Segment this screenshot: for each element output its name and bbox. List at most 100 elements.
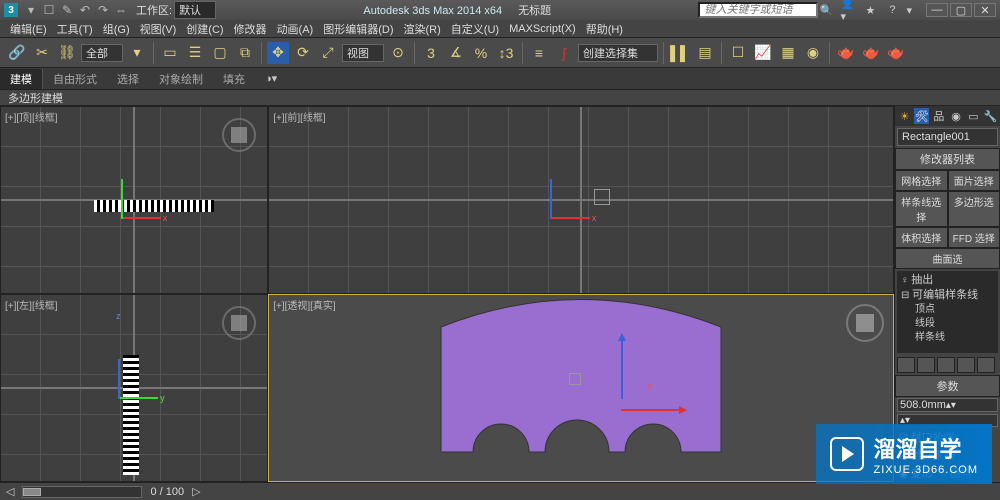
tab-select[interactable]: 选择 (107, 69, 149, 89)
move-tool-icon[interactable]: ✥ (267, 42, 289, 64)
render-icon[interactable]: 🫖 (885, 42, 907, 64)
object-name-field[interactable]: Rectangle001 (897, 128, 998, 146)
menu-help[interactable]: 帮助(H) (582, 21, 627, 37)
named-selset-dropdown[interactable]: 创建选择集 (578, 44, 658, 62)
timeline-next-icon[interactable]: ▷ (192, 485, 200, 498)
menu-group[interactable]: 组(G) (99, 21, 134, 37)
pivot-icon[interactable]: ⊙ (387, 42, 409, 64)
menu-graph[interactable]: 图形编辑器(D) (319, 21, 397, 37)
panel-tab-display-icon[interactable]: ▭ (966, 108, 981, 124)
menu-modifiers[interactable]: 修改器 (230, 21, 271, 37)
maximize-button[interactable]: ▢ (950, 3, 972, 17)
menu-render[interactable]: 渲染(R) (400, 21, 445, 37)
link-icon[interactable]: ⇔ (114, 3, 128, 17)
stack-unique-icon[interactable] (937, 357, 955, 373)
params-rollout-header[interactable]: 参数 (895, 375, 1000, 397)
stack-show-icon[interactable] (917, 357, 935, 373)
rect-select-icon[interactable]: ▢ (209, 42, 231, 64)
rotate-tool-icon[interactable]: ⟳ (292, 42, 314, 64)
select-icon[interactable]: ▭ (159, 42, 181, 64)
new-icon[interactable]: ▾ (24, 3, 38, 17)
amount-spinner[interactable]: 508.0mm ▴▾ (897, 398, 998, 412)
menu-create[interactable]: 创建(C) (182, 21, 227, 37)
minimize-button[interactable]: — (926, 3, 948, 17)
menu-maxscript[interactable]: MAXScript(X) (505, 23, 580, 35)
named-selset-prev-icon[interactable]: ≡ (528, 42, 550, 64)
named-selset-curve-icon[interactable]: ʃ (553, 42, 575, 64)
schematic-icon[interactable]: ▦ (777, 42, 799, 64)
align-icon[interactable]: ▤ (694, 42, 716, 64)
percent-snap-icon[interactable]: % (470, 42, 492, 64)
close-button[interactable]: ✕ (974, 3, 996, 17)
menu-tools[interactable]: 工具(T) (53, 21, 97, 37)
viewport-perspective[interactable]: [+][透视][真实] x z (268, 294, 894, 482)
panel-tab-utilities-icon[interactable]: 🔧 (983, 108, 998, 124)
menu-custom[interactable]: 自定义(U) (447, 21, 503, 37)
stack-remove-icon[interactable] (957, 357, 975, 373)
menu-view[interactable]: 视图(V) (136, 21, 181, 37)
panel-tab-modify-icon[interactable]: 🛠 (914, 108, 929, 124)
undo-icon[interactable]: ↶ (78, 3, 92, 17)
viewcube-icon[interactable] (219, 115, 259, 155)
open-icon[interactable]: ☐ (42, 3, 56, 17)
help-dropdown-icon[interactable]: ▾ (906, 4, 912, 17)
modbtn-poly-select[interactable]: 多边形选 (948, 191, 1000, 227)
layer-manager-icon[interactable]: ☐ (727, 42, 749, 64)
search-input[interactable] (698, 2, 818, 18)
time-slider[interactable] (22, 486, 142, 498)
coord-system-dropdown[interactable]: 视图 (342, 44, 384, 62)
select-name-icon[interactable]: ☰ (184, 42, 206, 64)
mirror-icon[interactable]: ▌▌ (669, 42, 691, 64)
watermark-overlay: 溜溜自学 ZIXUE.3D66.COM (816, 424, 992, 484)
link-tool-icon[interactable]: 🔗 (6, 42, 28, 64)
render-setup-icon[interactable]: 🫖 (835, 42, 857, 64)
ribbon-collapse-icon[interactable]: ◑▾ (265, 72, 277, 85)
search-icon[interactable]: 🔍 (818, 2, 834, 18)
material-editor-icon[interactable]: ◉ (802, 42, 824, 64)
unlink-tool-icon[interactable]: ✂ (31, 42, 53, 64)
stack-pin-icon[interactable] (897, 357, 915, 373)
panel-tab-hierarchy-icon[interactable]: 品 (931, 108, 946, 124)
modbtn-spline-select[interactable]: 样条线选择 (895, 191, 948, 227)
modbtn-ffd-select[interactable]: FFD 选择 (948, 227, 1000, 248)
help-icon[interactable]: ? (884, 2, 900, 18)
viewcube-icon[interactable] (845, 303, 885, 343)
curve-editor-icon[interactable]: 📈 (752, 42, 774, 64)
menu-edit[interactable]: 编辑(E) (6, 21, 51, 37)
watermark-url: ZIXUE.3D66.COM (874, 464, 978, 476)
viewcube-icon[interactable] (219, 303, 259, 343)
panel-tab-create-icon[interactable]: ☀ (897, 108, 912, 124)
render-frame-window-icon[interactable]: 🫖 (860, 42, 882, 64)
tab-fill[interactable]: 填充 (213, 69, 255, 89)
save-icon[interactable]: ✎ (60, 3, 74, 17)
menu-anim[interactable]: 动画(A) (273, 21, 318, 37)
modbtn-mesh-select[interactable]: 网格选择 (895, 170, 948, 191)
modifier-list-dropdown[interactable]: 修改器列表 (895, 148, 1000, 170)
panel-tab-motion-icon[interactable]: ◉ (949, 108, 964, 124)
filter-dropdown-icon[interactable]: ▾ (126, 42, 148, 64)
selection-scope-dropdown[interactable]: 全部 (81, 44, 123, 62)
modbtn-vol-select[interactable]: 体积选择 (895, 227, 948, 248)
snap-toggle-icon[interactable]: 3 (420, 42, 442, 64)
favorite-icon[interactable]: ★ (862, 2, 878, 18)
scale-tool-icon[interactable]: ⤢ (317, 42, 339, 64)
spinner-snap-icon[interactable]: ↕3 (495, 42, 517, 64)
window-cross-icon[interactable]: ⧉ (234, 42, 256, 64)
angle-snap-icon[interactable]: ∡ (445, 42, 467, 64)
ribbon-tabs: 建模 自由形式 选择 对象绘制 填充 ◑▾ (0, 68, 1000, 90)
modbtn-patch-select[interactable]: 面片选择 (948, 170, 1000, 191)
modbtn-surface-select[interactable]: 曲面选 (895, 248, 1000, 269)
viewport-front[interactable]: [+][前][线框] x (268, 106, 894, 294)
stack-config-icon[interactable] (977, 357, 995, 373)
timeline-prev-icon[interactable]: ◁ (6, 485, 14, 498)
viewport-left[interactable]: [+][左][线框] y z (0, 294, 268, 482)
bind-tool-icon[interactable]: ⛓ (56, 42, 78, 64)
workspace-dropdown[interactable]: 默认 (174, 1, 216, 19)
tab-modeling[interactable]: 建模 (0, 69, 43, 89)
signin-icon[interactable]: 👤▾ (840, 2, 856, 18)
tab-freeform[interactable]: 自由形式 (43, 69, 107, 89)
viewport-top[interactable]: [+][顶][线框] x (0, 106, 268, 294)
modifier-stack[interactable]: ♀ 抽出 ⊟ 可编辑样条线 顶点 线段 样条线 (897, 271, 998, 353)
tab-objpaint[interactable]: 对象绘制 (149, 69, 213, 89)
redo-icon[interactable]: ↷ (96, 3, 110, 17)
